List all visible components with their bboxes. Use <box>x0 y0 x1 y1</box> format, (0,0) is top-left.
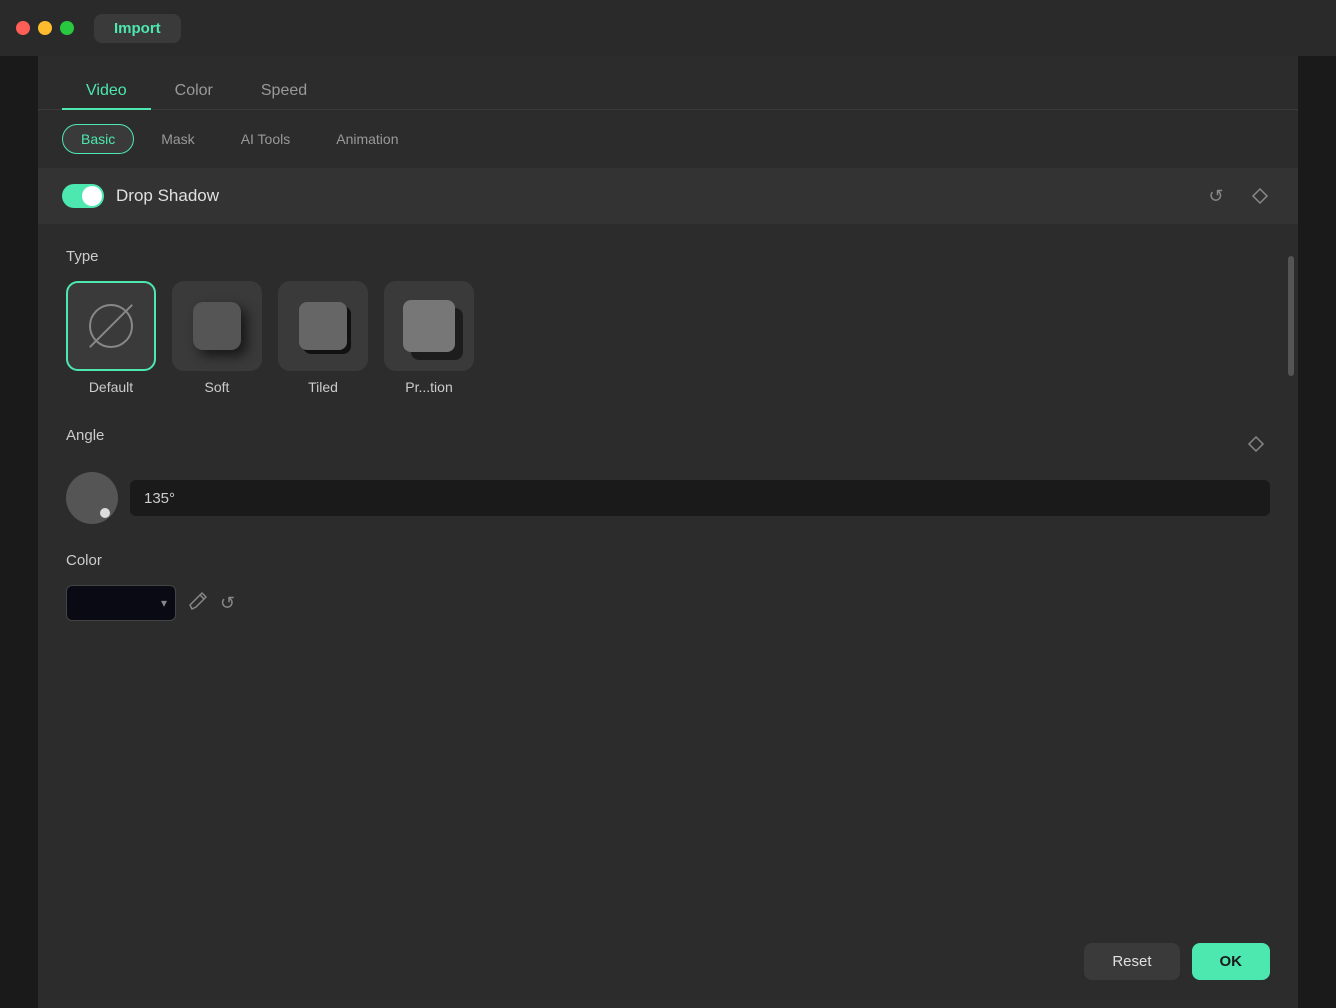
subtab-mask[interactable]: Mask <box>142 124 213 154</box>
angle-diamond-icon[interactable] <box>1242 430 1270 458</box>
main-panel: Video Color Speed Basic Mask AI Tools An… <box>38 56 1298 1008</box>
chevron-down-icon: ▾ <box>161 596 167 610</box>
color-label: Color <box>66 552 1270 569</box>
tab-speed[interactable]: Speed <box>237 74 331 110</box>
minimize-button[interactable] <box>38 21 52 35</box>
top-tabs: Video Color Speed <box>38 56 1298 110</box>
type-item-projection[interactable]: Pr...tion <box>384 281 474 395</box>
type-box-projection <box>384 281 474 371</box>
angle-label: Angle <box>66 427 104 444</box>
type-box-soft <box>172 281 262 371</box>
traffic-lights <box>16 21 74 35</box>
angle-slider[interactable]: 135° <box>130 480 1270 516</box>
reset-button[interactable]: Reset <box>1084 943 1179 980</box>
type-item-default[interactable]: Default <box>66 281 156 395</box>
tab-video[interactable]: Video <box>62 74 151 110</box>
color-control: ▾ ↺ <box>66 585 1270 621</box>
type-grid: Default Soft Tiled <box>66 281 1270 395</box>
type-box-tiled <box>278 281 368 371</box>
color-swatch[interactable]: ▾ <box>66 585 176 621</box>
type-item-tiled[interactable]: Tiled <box>278 281 368 395</box>
angle-dot <box>100 508 110 518</box>
subtab-basic[interactable]: Basic <box>62 124 134 154</box>
type-section: Type Default Soft <box>66 248 1270 395</box>
angle-value: 135° <box>144 490 175 507</box>
diamond-icon[interactable] <box>1246 182 1274 210</box>
proj-icon <box>403 300 455 352</box>
type-label: Type <box>66 248 1270 265</box>
subtab-animation[interactable]: Animation <box>317 124 417 154</box>
angle-header: Angle <box>66 427 1270 460</box>
drop-shadow-section: Drop Shadow ↺ <box>38 168 1298 224</box>
title-bar: Import <box>0 0 1336 56</box>
type-item-soft[interactable]: Soft <box>172 281 262 395</box>
type-label-projection: Pr...tion <box>405 379 452 395</box>
maximize-button[interactable] <box>60 21 74 35</box>
bottom-bar: Reset OK <box>1084 943 1270 980</box>
type-label-soft: Soft <box>205 379 230 395</box>
eyedropper-icon[interactable] <box>188 591 208 616</box>
tab-color[interactable]: Color <box>151 74 237 110</box>
import-button[interactable]: Import <box>94 14 181 43</box>
drop-shadow-label: Drop Shadow <box>116 186 1202 206</box>
type-box-default <box>66 281 156 371</box>
type-label-tiled: Tiled <box>308 379 338 395</box>
ok-button[interactable]: OK <box>1192 943 1271 980</box>
tiled-icon <box>299 302 347 350</box>
close-button[interactable] <box>16 21 30 35</box>
angle-control: 135° <box>66 472 1270 524</box>
subtab-ai-tools[interactable]: AI Tools <box>222 124 310 154</box>
sub-tabs: Basic Mask AI Tools Animation <box>38 110 1298 168</box>
drop-shadow-toggle[interactable] <box>62 184 104 208</box>
angle-section: Angle 135° <box>66 427 1270 524</box>
no-shadow-icon <box>89 304 133 348</box>
section-icons: ↺ <box>1202 182 1274 210</box>
color-reset-icon[interactable]: ↺ <box>220 593 235 614</box>
content-area: Type Default Soft <box>38 228 1298 669</box>
reset-icon[interactable]: ↺ <box>1202 182 1230 210</box>
type-label-default: Default <box>89 379 133 395</box>
color-section: Color ▾ ↺ <box>66 552 1270 621</box>
soft-icon <box>193 302 241 350</box>
toggle-knob <box>82 186 102 206</box>
angle-wheel[interactable] <box>66 472 118 524</box>
scrollbar[interactable] <box>1288 256 1294 376</box>
